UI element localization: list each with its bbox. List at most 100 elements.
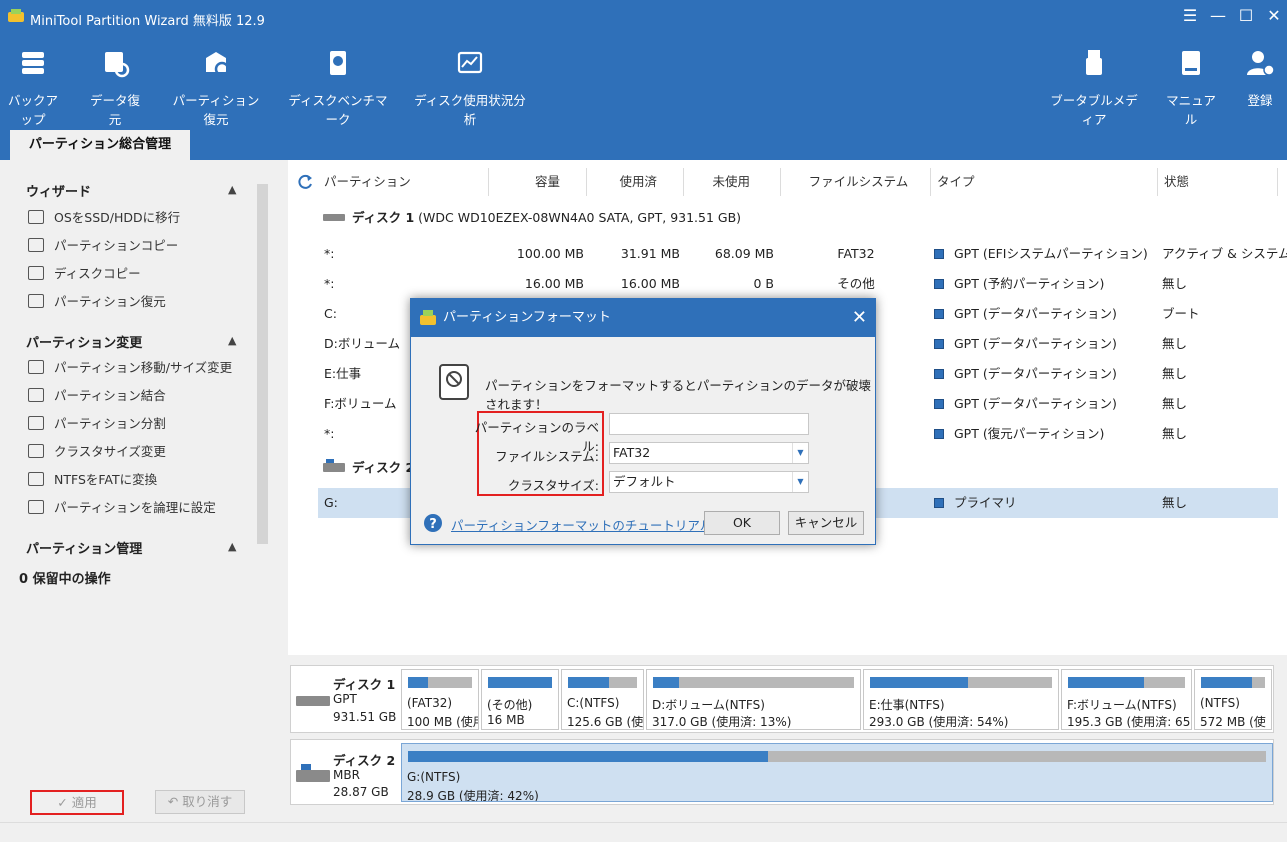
manual-button[interactable]: マニュアル	[1160, 48, 1222, 128]
cluster-size-select[interactable]: デフォルト ▼	[609, 471, 809, 493]
disk1-info: ディスク 1 GPT 931.51 GB	[291, 666, 401, 732]
disk-map-partition[interactable]: D:ボリューム(NTFS) 317.0 GB (使用済: 13%)	[646, 669, 861, 730]
app-logo-icon	[8, 9, 24, 22]
usb-disk-icon	[296, 764, 330, 782]
disk-map-partition[interactable]: E:仕事(NTFS) 293.0 GB (使用済: 54%)	[863, 669, 1059, 730]
section-change-partition[interactable]: パーティション変更	[26, 332, 142, 351]
bootable-media-icon	[1086, 50, 1102, 75]
space-analyzer-label: ディスク使用状況分析	[414, 93, 526, 127]
space-analyzer-icon	[457, 51, 483, 74]
column-capacity[interactable]: 容量	[489, 168, 587, 196]
svg-text:?: ?	[429, 517, 437, 532]
partition-type-icon	[934, 429, 944, 439]
column-used[interactable]: 使用済	[587, 168, 684, 196]
status-bar	[0, 822, 1287, 842]
disk-map-partition[interactable]: (FAT32) 100 MB (使用	[401, 669, 479, 730]
register-button[interactable]: 登録	[1238, 48, 1282, 109]
disk1-header-row[interactable]: ディスク 1 (WDC WD10EZEX-08WN4A0 SATA, GPT, …	[322, 206, 741, 230]
sidebar-item-cluster-size[interactable]: クラスタサイズ変更	[28, 442, 166, 462]
disk-map-partition[interactable]: (NTFS) 572 MB (使	[1194, 669, 1272, 730]
sidebar-item-migrate-os[interactable]: OSをSSD/HDDに移行	[28, 208, 180, 228]
sidebar-item-copy-disk[interactable]: ディスクコピー	[28, 264, 141, 284]
usb-disk-icon	[323, 459, 345, 472]
copy-disk-icon	[28, 266, 44, 280]
disk2-header-row[interactable]: ディスク 2	[322, 456, 414, 480]
partition-type-icon	[934, 339, 944, 349]
section-wizard[interactable]: ウィザード	[26, 181, 91, 200]
filesystem-select[interactable]: FAT32 ▼	[609, 442, 809, 464]
sidebar-item-ntfs-to-fat[interactable]: NTFSをFATに変換	[28, 470, 157, 490]
maximize-button[interactable]: ☐	[1232, 4, 1260, 28]
space-analyzer-button[interactable]: ディスク使用状況分析	[410, 48, 530, 128]
window-title: MiniTool Partition Wizard 無料版 12.9	[30, 14, 265, 29]
partition-label-input[interactable]	[609, 413, 809, 435]
column-partition[interactable]: パーティション	[318, 168, 489, 196]
column-filesystem[interactable]: ファイルシステム	[781, 168, 931, 196]
chevron-down-icon[interactable]: ▼	[792, 472, 808, 492]
partition-type-icon	[934, 498, 944, 508]
convert-icon	[28, 472, 44, 486]
data-recovery-icon	[105, 52, 130, 78]
help-icon[interactable]: ?	[423, 513, 443, 533]
dialog-close-button[interactable]: ✕	[852, 299, 867, 337]
column-type[interactable]: タイプ	[931, 168, 1158, 196]
tab-partition-management[interactable]: パーティション総合管理	[10, 130, 190, 160]
chevron-down-icon[interactable]: ▼	[792, 443, 808, 463]
disk-map-disk2[interactable]: ディスク 2 MBR 28.87 GB G:(NTFS) 28.9 GB (使用済…	[290, 739, 1274, 805]
disk-benchmark-label: ディスクベンチマーク	[288, 93, 388, 127]
wizard-logo-icon	[420, 310, 436, 325]
menu-icon[interactable]: ☰	[1176, 4, 1204, 28]
sidebar-item-move-resize[interactable]: パーティション移動/サイズ変更	[28, 358, 232, 378]
backup-button[interactable]: バックアップ	[2, 48, 64, 128]
disk-map-disk1[interactable]: ディスク 1 GPT 931.51 GB (FAT32) 100 MB (使用 (…	[290, 665, 1274, 733]
copy-partition-icon	[28, 238, 44, 252]
disk-map-partition[interactable]: C:(NTFS) 125.6 GB (使	[561, 669, 644, 730]
disk-benchmark-icon	[330, 51, 346, 75]
register-icon	[1247, 51, 1275, 76]
sidebar-item-set-logical[interactable]: パーティションを論理に設定	[28, 498, 216, 518]
sidebar-item-partition-recovery[interactable]: パーティション復元	[28, 292, 166, 312]
section-manage-partition[interactable]: パーティション管理	[26, 538, 142, 557]
chevron-up-icon[interactable]: ▲	[228, 334, 236, 347]
bootable-media-button[interactable]: ブータブルメディア	[1046, 48, 1142, 128]
sidebar-item-copy-partition[interactable]: パーティションコピー	[28, 236, 178, 256]
disk-map-partition-selected[interactable]: G:(NTFS) 28.9 GB (使用済: 42%)	[401, 743, 1273, 802]
bootable-media-label: ブータブルメディア	[1050, 93, 1138, 127]
hard-disk-icon	[296, 696, 330, 706]
sidebar	[2, 160, 273, 822]
split-icon	[28, 416, 44, 430]
data-recovery-button[interactable]: データ復元	[84, 48, 146, 128]
disk-benchmark-button[interactable]: ディスクベンチマーク	[286, 48, 390, 128]
disk-map-partition[interactable]: F:ボリューム(NTFS) 195.3 GB (使用済: 65%	[1061, 669, 1192, 730]
minimize-button[interactable]: —	[1204, 4, 1232, 28]
sidebar-item-merge[interactable]: パーティション結合	[28, 386, 166, 406]
column-unused[interactable]: 未使用	[684, 168, 781, 196]
set-logical-icon	[28, 500, 44, 514]
table-row[interactable]: *: 16.00 MB 16.00 MB 0 B その他 GPT (予約パーティ…	[318, 269, 1278, 299]
apply-button[interactable]: ✓ 適用	[30, 790, 124, 815]
column-status[interactable]: 状態	[1158, 168, 1278, 196]
cluster-size-label: クラスタサイズ:	[507, 478, 599, 493]
undo-button[interactable]: ↶ 取り消す	[155, 790, 245, 814]
pending-operations: 0 保留中の操作	[19, 572, 111, 587]
sidebar-scrollbar[interactable]	[254, 168, 271, 563]
tutorial-link[interactable]: パーティションフォーマットのチュートリアル	[451, 515, 712, 534]
partition-type-icon	[934, 399, 944, 409]
partition-type-icon	[934, 249, 944, 259]
hard-disk-icon	[323, 214, 345, 221]
cluster-size-icon	[28, 444, 44, 458]
chevron-up-icon[interactable]: ▲	[228, 183, 236, 196]
partition-recovery-icon	[206, 52, 230, 77]
partition-recovery-button[interactable]: パーティション復元	[168, 48, 264, 128]
sidebar-item-split[interactable]: パーティション分割	[28, 414, 166, 434]
disk-map-partition[interactable]: (その他) 16 MB	[481, 669, 559, 730]
ok-button[interactable]: OK	[704, 511, 780, 535]
dialog-warning-message: パーティションをフォーマットするとパーティションのデータが破壊されます！	[485, 378, 872, 412]
table-row[interactable]: *: 100.00 MB 31.91 MB 68.09 MB FAT32 GPT…	[318, 239, 1287, 269]
chevron-up-icon[interactable]: ▲	[228, 540, 236, 553]
refresh-icon[interactable]	[296, 173, 314, 191]
cancel-button[interactable]: キャンセル	[788, 511, 864, 535]
format-partition-dialog: パーティションフォーマット ✕ パーティションをフォーマットするとパーティション…	[410, 298, 876, 545]
partition-recovery-small-icon	[28, 294, 44, 308]
close-button[interactable]: ✕	[1260, 4, 1287, 28]
